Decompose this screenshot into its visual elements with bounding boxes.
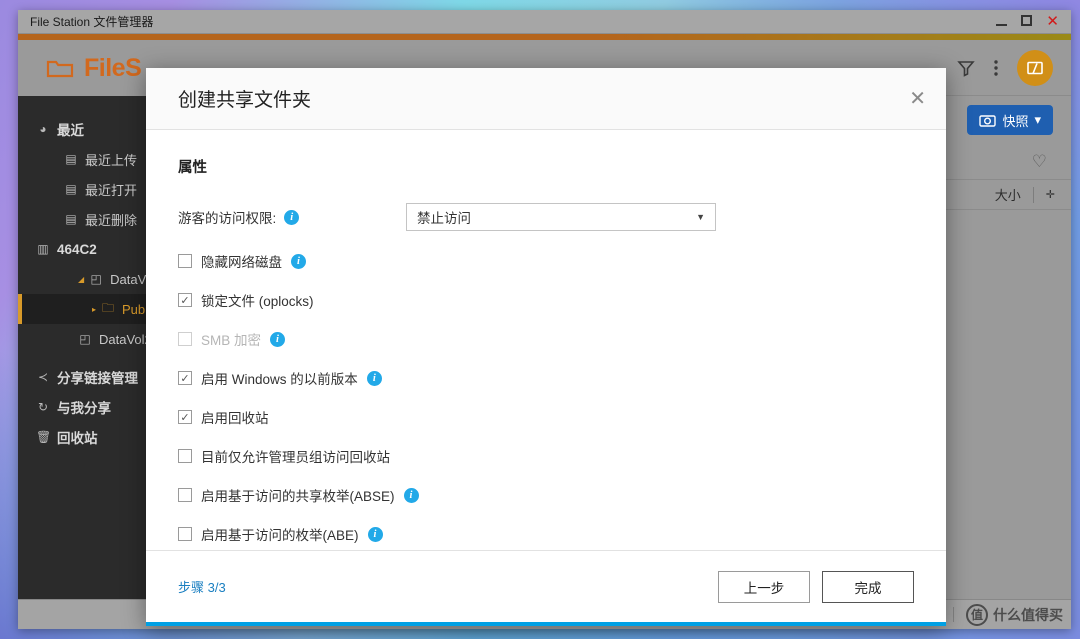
checkbox-row-admin-only-recycle-bin[interactable]: 目前仅允许管理员组访问回收站 — [178, 446, 914, 466]
close-icon[interactable]: ✕ — [1046, 14, 1059, 29]
snapshot-label: 快照 — [1002, 113, 1029, 129]
sidebar-item-label: 分享链接管理 — [57, 371, 138, 386]
checkbox-label: SMB 加密 — [201, 333, 262, 348]
dialog-footer: 步骤 3/3 上一步 完成 — [146, 550, 946, 622]
trash-icon: 🗑 — [36, 430, 52, 444]
checkbox-input[interactable] — [178, 527, 192, 541]
column-header-size[interactable]: 大小 — [995, 185, 1021, 204]
checkbox-row-windows-previous-versions[interactable]: ✓ 启用 Windows 的以前版本 i — [178, 368, 914, 388]
sidebar-item-label: 与我分享 — [57, 401, 111, 416]
user-avatar-icon[interactable] — [1017, 49, 1053, 86]
info-icon[interactable]: i — [270, 331, 286, 347]
checkbox-row-enable-recycle-bin[interactable]: ✓ 启用回收站 — [178, 407, 914, 427]
chevron-down-icon: ▼ — [696, 212, 705, 222]
checkbox-label: 启用基于访问的共享枚举(ABSE) — [201, 489, 395, 504]
dialog-title: 创建共享文件夹 — [178, 90, 312, 111]
snapshot-button[interactable]: 快照 ▾ — [967, 105, 1053, 135]
checkbox-input[interactable]: ✓ — [178, 293, 192, 307]
filter-icon[interactable] — [957, 59, 975, 77]
clock-icon: ◕ — [39, 122, 47, 136]
sidebar-item-label: 464C2 — [57, 241, 97, 257]
checkbox-label: 启用回收站 — [201, 411, 269, 426]
watermark-text: 什么值得买 — [993, 606, 1063, 623]
checkbox-input[interactable]: ✓ — [178, 410, 192, 424]
finish-button[interactable]: 完成 — [822, 570, 914, 603]
app-main: FileS ◕ 最近 ▤ 最近上传 ▤ 最近打开 ▤ 最近删除 ▥ 464C2 … — [18, 40, 1071, 626]
camera-icon — [979, 113, 997, 127]
checkbox-label: 启用基于访问的枚举(ABE) — [201, 528, 359, 543]
list-icon: ▤ — [65, 182, 77, 196]
shared-icon: ↻ — [37, 400, 49, 414]
info-icon[interactable]: i — [291, 253, 306, 269]
volume-icon: ◰ — [90, 272, 102, 286]
plus-icon[interactable]: ✛ — [1046, 188, 1061, 201]
folder-icon — [46, 58, 74, 79]
dialog-buttons: 上一步 完成 — [718, 570, 914, 603]
checkbox-label: 锁定文件 (oplocks) — [201, 294, 314, 309]
create-shared-folder-dialog: 创建共享文件夹 ✕ 属性 游客的访问权限: i 禁止访问 ▼ 隐藏网络磁盘 i … — [146, 68, 946, 626]
window-title: File Station 文件管理器 — [30, 15, 154, 29]
window-controls: ✕ — [996, 13, 1065, 31]
guest-permission-select[interactable]: 禁止访问 ▼ — [406, 203, 716, 231]
guest-permission-value: 禁止访问 — [417, 211, 471, 226]
guest-permission-label: 游客的访问权限: — [178, 211, 277, 226]
checkbox-row-smb-encryption: SMB 加密 i — [178, 329, 914, 349]
watermark: 值 什么值得买 — [966, 603, 1063, 626]
chevron-down-icon: ▾ — [1034, 112, 1041, 127]
sidebar-item-label: 最近删除 — [85, 212, 138, 228]
share-icon: ≺ — [37, 370, 49, 384]
info-icon[interactable]: i — [367, 526, 383, 542]
checkbox-label: 隐藏网络磁盘 — [201, 255, 282, 270]
checkbox-label: 目前仅允许管理员组访问回收站 — [201, 450, 390, 465]
sidebar-item-label: 最近打开 — [85, 182, 138, 198]
minimize-icon[interactable] — [996, 13, 1008, 31]
section-title-properties: 属性 — [178, 160, 207, 176]
volume-icon: ◰ — [79, 332, 91, 346]
watermark-mark: 值 — [966, 603, 988, 626]
app-window: File Station 文件管理器 ✕ FileS ◕ 最近 ▤ 最近上传 ▤… — [18, 10, 1071, 629]
back-button[interactable]: 上一步 — [718, 570, 810, 603]
maximize-icon[interactable] — [1021, 13, 1033, 31]
chevron-down-icon[interactable]: ◢ — [78, 275, 84, 284]
checkbox-input[interactable]: ✓ — [178, 371, 192, 385]
info-icon[interactable]: i — [403, 487, 419, 503]
sidebar-item-label: 回收站 — [57, 431, 98, 446]
list-icon: ▤ — [65, 212, 77, 226]
step-indicator: 步骤 3/3 — [178, 580, 226, 595]
sidebar-item-label: DataVol2 — [99, 331, 152, 347]
server-icon: ▥ — [37, 242, 49, 256]
list-icon: ▤ — [65, 152, 77, 166]
dialog-body: 属性 游客的访问权限: i 禁止访问 ▼ 隐藏网络磁盘 i ✓ 锁定文件 (op… — [146, 130, 946, 550]
app-brand-text: FileS — [84, 53, 142, 82]
checkbox-row-abse[interactable]: 启用基于访问的共享枚举(ABSE) i — [178, 485, 914, 505]
checkbox-row-oplocks[interactable]: ✓ 锁定文件 (oplocks) — [178, 290, 914, 310]
guest-permission-row: 游客的访问权限: i 禁止访问 ▼ — [178, 203, 914, 231]
dialog-header: 创建共享文件夹 ✕ — [146, 68, 946, 130]
checkbox-input[interactable] — [178, 254, 192, 268]
sidebar-item-label: 最近上传 — [85, 152, 138, 168]
chevron-right-icon[interactable]: ▸ — [92, 305, 96, 314]
checkbox-label: 启用 Windows 的以前版本 — [201, 372, 358, 387]
sidebar-item-label: 最近 — [57, 123, 84, 138]
guest-permission-label-group: 游客的访问权限: i — [178, 207, 406, 227]
checkbox-row-hide-network-drive[interactable]: 隐藏网络磁盘 i — [178, 251, 914, 271]
kebab-menu-icon[interactable] — [993, 59, 999, 77]
app-container: FileS ◕ 最近 ▤ 最近上传 ▤ 最近打开 ▤ 最近删除 ▥ 464C2 … — [18, 34, 1071, 629]
info-icon[interactable]: i — [366, 370, 382, 386]
heart-icon[interactable]: ♡ — [1032, 152, 1047, 172]
divider — [953, 607, 954, 622]
column-divider — [1032, 186, 1034, 203]
checkbox-row-abe[interactable]: 启用基于访问的枚举(ABE) i — [178, 524, 914, 544]
checkbox-input[interactable] — [178, 449, 192, 463]
window-titlebar: File Station 文件管理器 ✕ — [18, 10, 1071, 34]
checkbox-input — [178, 332, 192, 346]
info-icon[interactable]: i — [284, 209, 300, 225]
folder-outline-icon: 🗀 — [102, 300, 115, 315]
close-icon[interactable]: ✕ — [909, 86, 926, 111]
checkbox-input[interactable] — [178, 488, 192, 502]
